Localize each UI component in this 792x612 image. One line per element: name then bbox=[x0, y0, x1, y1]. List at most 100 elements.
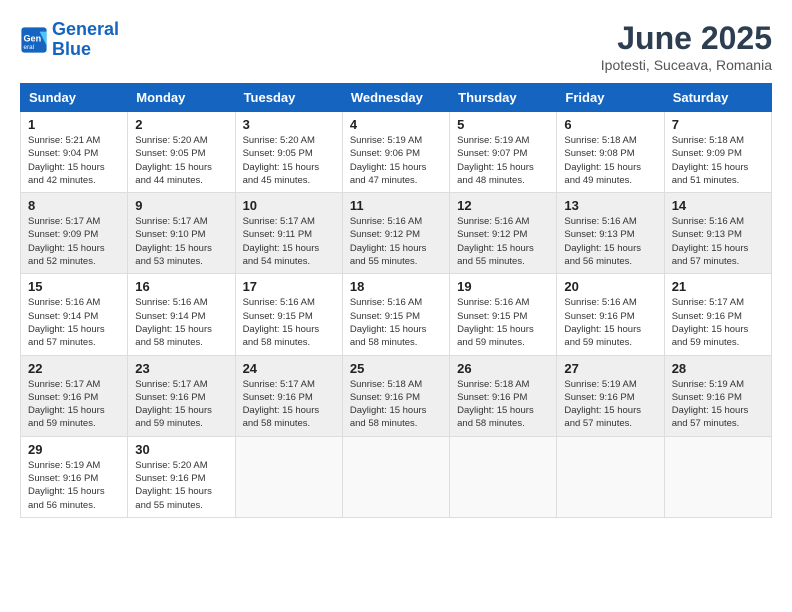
day-info: Sunrise: 5:16 AMSunset: 9:15 PMDaylight:… bbox=[350, 296, 442, 349]
daylight-hours: Daylight: 15 hours and 59 minutes. bbox=[564, 324, 641, 348]
title-area: June 2025 Ipotesti, Suceava, Romania bbox=[601, 20, 772, 73]
sunrise-time: Sunrise: 5:16 AM bbox=[350, 216, 422, 227]
calendar-cell: 8Sunrise: 5:17 AMSunset: 9:09 PMDaylight… bbox=[21, 193, 128, 274]
calendar-cell: 7 Sunrise: 5:18 AM Sunset: 9:09 PM Daylight… bbox=[664, 112, 771, 193]
day-number: 16 bbox=[135, 279, 227, 294]
day-info: Sunrise: 5:17 AMSunset: 9:10 PMDaylight:… bbox=[135, 215, 227, 268]
svg-text:Gen: Gen bbox=[24, 33, 42, 43]
sunrise-time: Sunrise: 5:19 AM bbox=[28, 460, 100, 471]
sunrise-time: Sunrise: 5:19 AM bbox=[457, 135, 529, 146]
sunrise-time: Sunrise: 5:18 AM bbox=[350, 379, 422, 390]
page-header: Gen eral General Blue June 2025 Ipotesti… bbox=[20, 20, 772, 73]
day-number: 29 bbox=[28, 442, 120, 457]
svg-text:eral: eral bbox=[24, 44, 35, 51]
sunrise-time: Sunrise: 5:18 AM bbox=[672, 135, 744, 146]
sunrise-time: Sunrise: 5:17 AM bbox=[672, 297, 744, 308]
calendar-cell: 19Sunrise: 5:16 AMSunset: 9:15 PMDayligh… bbox=[450, 274, 557, 355]
column-header-friday: Friday bbox=[557, 84, 664, 112]
day-info: Sunrise: 5:17 AMSunset: 9:16 PMDaylight:… bbox=[672, 296, 764, 349]
daylight-hours: Daylight: 15 hours and 48 minutes. bbox=[457, 162, 534, 186]
calendar-cell: 20Sunrise: 5:16 AMSunset: 9:16 PMDayligh… bbox=[557, 274, 664, 355]
daylight-hours: Daylight: 15 hours and 58 minutes. bbox=[457, 405, 534, 429]
day-info: Sunrise: 5:19 AMSunset: 9:06 PMDaylight:… bbox=[350, 134, 442, 187]
calendar-cell: 25Sunrise: 5:18 AMSunset: 9:16 PMDayligh… bbox=[342, 355, 449, 436]
daylight-hours: Daylight: 15 hours and 55 minutes. bbox=[457, 243, 534, 267]
sunrise-time: Sunrise: 5:17 AM bbox=[28, 216, 100, 227]
sunset-time: Sunset: 9:06 PM bbox=[350, 148, 420, 159]
sunset-time: Sunset: 9:09 PM bbox=[672, 148, 742, 159]
daylight-hours: Daylight: 15 hours and 58 minutes. bbox=[135, 324, 212, 348]
day-number: 9 bbox=[135, 198, 227, 213]
calendar-cell bbox=[235, 436, 342, 517]
sunset-time: Sunset: 9:16 PM bbox=[350, 392, 420, 403]
logo-icon: Gen eral bbox=[20, 26, 48, 54]
calendar-table: SundayMondayTuesdayWednesdayThursdayFrid… bbox=[20, 83, 772, 518]
sunset-time: Sunset: 9:08 PM bbox=[564, 148, 634, 159]
calendar-cell bbox=[557, 436, 664, 517]
sunrise-time: Sunrise: 5:17 AM bbox=[135, 379, 207, 390]
column-header-wednesday: Wednesday bbox=[342, 84, 449, 112]
day-info: Sunrise: 5:17 AMSunset: 9:09 PMDaylight:… bbox=[28, 215, 120, 268]
sunset-time: Sunset: 9:16 PM bbox=[457, 392, 527, 403]
daylight-hours: Daylight: 15 hours and 53 minutes. bbox=[135, 243, 212, 267]
calendar-cell: 9 Sunrise: 5:17 AMSunset: 9:10 PMDaylight… bbox=[128, 193, 235, 274]
calendar-cell: 13Sunrise: 5:16 AMSunset: 9:13 PMDayligh… bbox=[557, 193, 664, 274]
day-number: 27 bbox=[564, 361, 656, 376]
daylight-hours: Daylight: 15 hours and 57 minutes. bbox=[672, 243, 749, 267]
sunrise-time: Sunrise: 5:16 AM bbox=[672, 216, 744, 227]
daylight-hours: Daylight: 15 hours and 51 minutes. bbox=[672, 162, 749, 186]
sunset-time: Sunset: 9:07 PM bbox=[457, 148, 527, 159]
calendar-cell: 1 Sunrise: 5:21 AMSunset: 9:04 PMDaylight… bbox=[21, 112, 128, 193]
sunrise-time: Sunrise: 5:17 AM bbox=[243, 216, 315, 227]
calendar-cell: 30Sunrise: 5:20 AMSunset: 9:16 PMDayligh… bbox=[128, 436, 235, 517]
sunrise-time: Sunrise: 5:16 AM bbox=[457, 297, 529, 308]
day-number: 4 bbox=[350, 117, 442, 132]
calendar-cell bbox=[664, 436, 771, 517]
day-number: 7 bbox=[672, 117, 764, 132]
day-number: 5 bbox=[457, 117, 549, 132]
sunset-time: Sunset: 9:15 PM bbox=[457, 311, 527, 322]
day-number: 1 bbox=[28, 117, 120, 132]
sunset-time: Sunset: 9:16 PM bbox=[135, 473, 205, 484]
day-info: Sunrise: 5:16 AMSunset: 9:15 PMDaylight:… bbox=[457, 296, 549, 349]
day-number: 13 bbox=[564, 198, 656, 213]
day-number: 23 bbox=[135, 361, 227, 376]
sunrise-time: Sunrise: 5:20 AM bbox=[135, 135, 207, 146]
day-info: Sunrise: 5:16 AMSunset: 9:16 PMDaylight:… bbox=[564, 296, 656, 349]
day-info: Sunrise: 5:20 AMSunset: 9:05 PMDaylight:… bbox=[135, 134, 227, 187]
daylight-hours: Daylight: 15 hours and 47 minutes. bbox=[350, 162, 427, 186]
logo: Gen eral General Blue bbox=[20, 20, 119, 60]
calendar-cell: 10Sunrise: 5:17 AMSunset: 9:11 PMDayligh… bbox=[235, 193, 342, 274]
sunrise-time: Sunrise: 5:21 AM bbox=[28, 135, 100, 146]
calendar-cell: 29Sunrise: 5:19 AMSunset: 9:16 PMDayligh… bbox=[21, 436, 128, 517]
sunset-time: Sunset: 9:12 PM bbox=[457, 229, 527, 240]
sunset-time: Sunset: 9:16 PM bbox=[28, 392, 98, 403]
day-info: Sunrise: 5:17 AMSunset: 9:16 PMDaylight:… bbox=[243, 378, 335, 431]
day-info: Sunrise: 5:21 AMSunset: 9:04 PMDaylight:… bbox=[28, 134, 120, 187]
column-header-monday: Monday bbox=[128, 84, 235, 112]
sunset-time: Sunset: 9:16 PM bbox=[135, 392, 205, 403]
sunrise-time: Sunrise: 5:16 AM bbox=[135, 297, 207, 308]
day-info: Sunrise: 5:16 AMSunset: 9:15 PMDaylight:… bbox=[243, 296, 335, 349]
logo-text: General Blue bbox=[52, 20, 119, 60]
day-number: 21 bbox=[672, 279, 764, 294]
day-info: Sunrise: 5:17 AMSunset: 9:16 PMDaylight:… bbox=[135, 378, 227, 431]
day-number: 6 bbox=[564, 117, 656, 132]
calendar-week-2: 8Sunrise: 5:17 AMSunset: 9:09 PMDaylight… bbox=[21, 193, 772, 274]
day-info: Sunrise: 5:17 AMSunset: 9:11 PMDaylight:… bbox=[243, 215, 335, 268]
day-number: 28 bbox=[672, 361, 764, 376]
sunset-time: Sunset: 9:13 PM bbox=[564, 229, 634, 240]
daylight-hours: Daylight: 15 hours and 42 minutes. bbox=[28, 162, 105, 186]
sunset-time: Sunset: 9:16 PM bbox=[243, 392, 313, 403]
calendar-title: June 2025 bbox=[601, 20, 772, 57]
sunrise-time: Sunrise: 5:16 AM bbox=[243, 297, 315, 308]
daylight-hours: Daylight: 15 hours and 58 minutes. bbox=[243, 405, 320, 429]
calendar-cell: 17Sunrise: 5:16 AMSunset: 9:15 PMDayligh… bbox=[235, 274, 342, 355]
calendar-week-5: 29Sunrise: 5:19 AMSunset: 9:16 PMDayligh… bbox=[21, 436, 772, 517]
sunset-time: Sunset: 9:05 PM bbox=[135, 148, 205, 159]
sunset-time: Sunset: 9:05 PM bbox=[243, 148, 313, 159]
calendar-cell: 3Sunrise: 5:20 AMSunset: 9:05 PMDaylight… bbox=[235, 112, 342, 193]
calendar-cell: 21 Sunrise: 5:17 AMSunset: 9:16 PMDayligh… bbox=[664, 274, 771, 355]
calendar-cell: 27Sunrise: 5:19 AMSunset: 9:16 PMDayligh… bbox=[557, 355, 664, 436]
day-number: 3 bbox=[243, 117, 335, 132]
